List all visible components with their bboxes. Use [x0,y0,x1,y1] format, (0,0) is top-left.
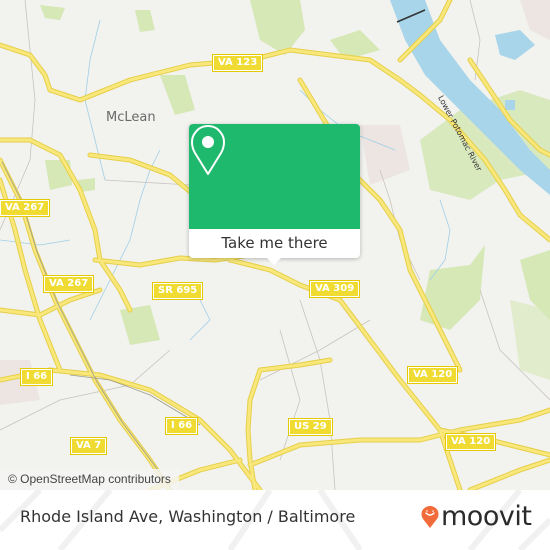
take-me-there-popup[interactable]: Take me there [189,124,360,265]
road-shield-va267-b: VA 267 [42,275,95,293]
page: McLean Lower Potomac River VA 123 VA 267… [0,0,550,550]
road-shield-va309: VA 309 [308,280,361,298]
moovit-pin-icon [421,506,439,528]
popup-header[interactable] [189,124,360,229]
take-me-there-button[interactable]: Take me there [189,229,360,258]
footer: Rhode Island Ave, Washington / Baltimore… [0,490,550,550]
popup-tail [267,258,281,265]
road-shield-i66-b: I 66 [164,417,199,435]
road-shield-va123: VA 123 [211,54,264,72]
road-shield-va267-a: VA 267 [0,199,51,217]
road-shield-va120-a: VA 120 [406,366,459,384]
road-shield-va120-b: VA 120 [444,433,497,451]
moovit-wordmark: moovit [441,501,532,532]
moovit-logo[interactable]: moovit [421,501,532,532]
place-label-mclean: McLean [106,110,156,125]
map-attribution[interactable]: © OpenStreetMap contributors [0,469,179,490]
map[interactable]: McLean Lower Potomac River VA 123 VA 267… [0,0,550,490]
road-shield-sr695: SR 695 [151,282,204,300]
road-shield-i66-a: I 66 [19,368,54,386]
map-pin-icon [191,125,225,175]
location-title: Rhode Island Ave, Washington / Baltimore [20,507,356,526]
road-shield-us29: US 29 [288,418,333,436]
road-shield-va7: VA 7 [69,437,108,455]
